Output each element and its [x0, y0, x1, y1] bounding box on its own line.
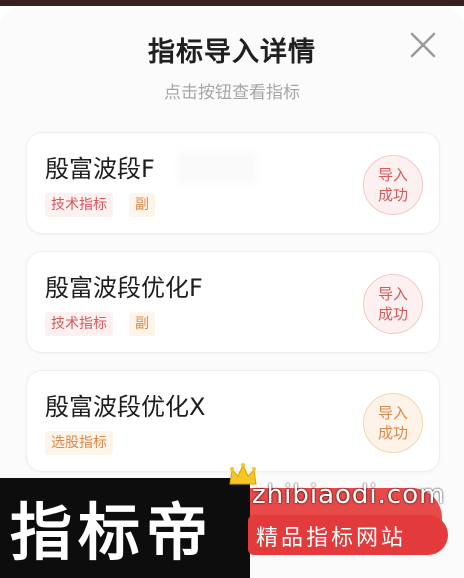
- import-status-button[interactable]: 导入成功: [363, 393, 423, 453]
- indicator-card[interactable]: 殷富波段优化F 技术指标 副 导入成功: [26, 251, 440, 353]
- close-icon: [410, 32, 436, 58]
- indicator-name: 殷富波段F: [45, 155, 155, 183]
- dialog-title: 指标导入详情: [148, 37, 316, 68]
- tag-technical: 技术指标: [45, 312, 113, 336]
- watermark-slogan: 精品指标网站: [256, 526, 407, 551]
- import-status-button[interactable]: 导入成功: [363, 155, 423, 215]
- watermark-brand: 指标帝: [10, 496, 215, 569]
- indicator-name: 殷富波段优化X: [45, 393, 206, 421]
- import-status-button[interactable]: 导入成功: [363, 274, 423, 334]
- watermark-domain: zhibiaodi.com: [252, 480, 446, 510]
- indicator-card[interactable]: 殷富波段F 技术指标 副 导入成功: [26, 132, 440, 234]
- dialog-subtitle: 点击按钮查看指标: [164, 83, 300, 103]
- tag-technical: 技术指标: [45, 193, 113, 217]
- tag-stock-selection: 选股指标: [45, 431, 113, 455]
- tag-sub: 副: [129, 193, 155, 217]
- tag-sub: 副: [129, 312, 155, 336]
- import-details-screen: 指标导入详情 点击按钮查看指标 殷富波段F 技术指标 副 导入成功 殷富波段优化…: [0, 0, 464, 578]
- blurred-area: [177, 151, 257, 185]
- indicator-card[interactable]: 殷富波段优化X 选股指标 导入成功: [26, 370, 440, 472]
- close-button[interactable]: [406, 28, 440, 62]
- indicator-name: 殷富波段优化F: [45, 274, 203, 302]
